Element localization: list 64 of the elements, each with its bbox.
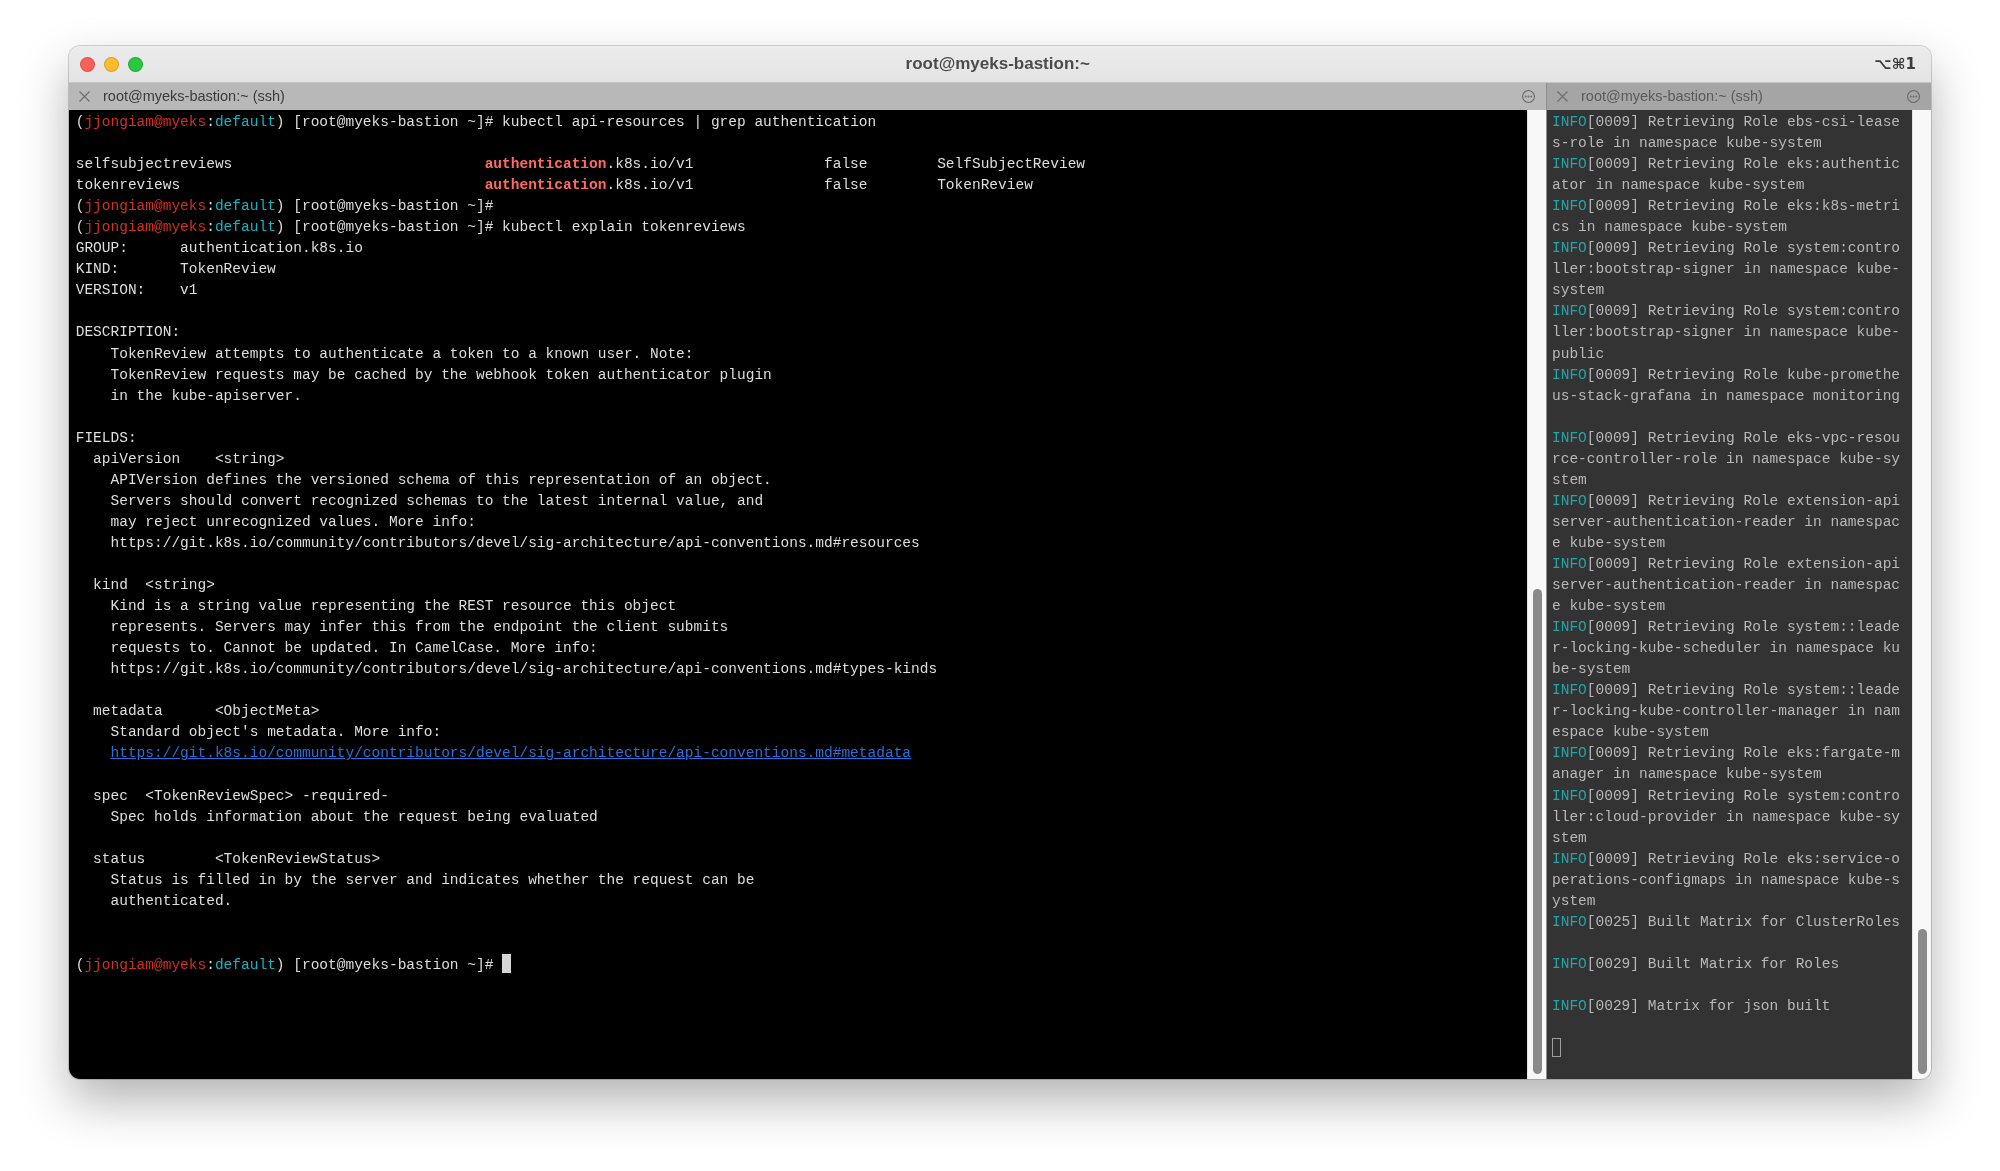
output-line: GROUP: authentication.k8s.io (75, 240, 363, 257)
minimize-button[interactable] (103, 56, 119, 72)
output-line: DESCRIPTION: (75, 324, 181, 341)
output-line: authenticated. (110, 892, 233, 909)
output-line: Standard object's metadata. More info: (110, 724, 442, 741)
output-line: APIVersion defines the versioned schema of this representation of an object. (110, 471, 772, 488)
log-line: INFO[0009] Retrieving Role system:controller:bootstrap-signer in namespace kube-system (1552, 240, 1901, 299)
more-options-icon[interactable] (1522, 90, 1535, 103)
log-line: INFO[0009] Retrieving Role system:controller:cloud-provider in namespace kube-system (1552, 787, 1901, 846)
prompt-line: (jjongiam@myeks:default) [root@myeks-bastion ~]# kubectl explain tokenreviews (75, 219, 746, 236)
close-button[interactable] (79, 56, 95, 72)
log-line: INFO[0029] Matrix for json built (1552, 997, 1831, 1014)
close-icon[interactable] (79, 91, 90, 102)
output-line: Spec holds information about the request being evaluated (110, 808, 598, 825)
prompt-line: (jjongiam@myeks:default) [root@myeks-bastion ~]# (75, 198, 494, 215)
window-title: root@myeks-bastion:~ (905, 53, 1090, 76)
log-line: INFO[0025] Built Matrix for ClusterRoles (1552, 913, 1901, 930)
output-line: https://git.k8s.io/community/contributors/devel/sig-architecture/api-conventions.md#resources (110, 534, 920, 551)
output-line: TokenReview requests may be cached by the webhook token authenticator plugin (110, 366, 772, 383)
output-line: tokenreviews authentication.k8s.io/v1 false TokenReview (75, 177, 1033, 194)
output-line: KIND: TokenReview (75, 261, 276, 278)
output-line: selfsubjectreviews authentication.k8s.io/v1 false SelfSubjectReview (75, 156, 1086, 173)
prompt-line: (jjongiam@myeks:default) [root@myeks-bastion ~]# kubectl api-resources | grep authentication (75, 114, 877, 130)
output-line: https://git.k8s.io/community/contributors/devel/sig-architecture/api-conventions.md#types-kinds (110, 661, 938, 678)
output-line: FIELDS: (75, 429, 137, 446)
prompt-line: (jjongiam@myeks:default) [root@myeks-bastion ~]# (75, 956, 494, 973)
shortcut-label: ⌥⌘1 (1874, 53, 1916, 75)
log-line: INFO[0009] Retrieving Role eks:k8s-metrics in namespace kube-system (1552, 198, 1901, 236)
log-line: INFO[0009] Retrieving Role system:controller:bootstrap-signer in namespace kube-public (1552, 303, 1901, 362)
output-line: metadata <ObjectMeta> (93, 703, 320, 720)
log-line: INFO[0009] Retrieving Role kube-prometheus-stack-grafana in namespace monitoring (1552, 366, 1901, 404)
log-line: INFO[0009] Retrieving Role system::leader-locking-kube-controller-manager in namespace kube-system (1552, 682, 1901, 741)
log-line: INFO[0009] Retrieving Role eks:fargate-manager in namespace kube-system (1552, 745, 1901, 783)
log-line: INFO[0009] Retrieving Role eks:service-operations-configmaps in namespace kube-system (1552, 850, 1901, 909)
pane-tab[interactable]: root@myeks-bastion:~ (ssh) (1547, 83, 1931, 110)
scroll-thumb[interactable] (1532, 589, 1542, 1074)
output-line: Kind is a string value representing the REST resource this object (110, 598, 677, 615)
output-line: in the kube-apiserver. (110, 387, 302, 404)
output-line: kind <string> (93, 577, 215, 594)
output-line: TokenReview attempts to authenticate a token to a known user. Note: (110, 345, 694, 362)
scroll-thumb[interactable] (1917, 929, 1927, 1074)
log-line: INFO[0009] Retrieving Role eks:authenticator in namespace kube-system (1552, 156, 1901, 194)
output-line: Status is filled in by the server and indicates whether the request can be (110, 871, 755, 888)
output-line: status <TokenReviewStatus> (93, 850, 381, 867)
output-line: spec <TokenReviewSpec> -required- (93, 787, 389, 804)
log-line: INFO[0029] Built Matrix for Roles (1552, 955, 1840, 972)
output-line: requests to. Cannot be updated. In CamelCase. More info: (110, 640, 598, 657)
url-link[interactable]: https://git.k8s.io/community/contributors/devel/sig-architecture/api-conventions.md#metadata (110, 745, 912, 762)
close-icon[interactable] (1557, 91, 1568, 102)
log-line: INFO[0009] Retrieving Role extension-apiserver-authentication-reader in namespace kube-system (1552, 556, 1901, 615)
output-line: Servers should convert recognized schemas to the latest internal value, and (110, 492, 764, 509)
output-line: apiVersion <string> (93, 450, 285, 467)
log-line: INFO[0009] Retrieving Role eks-vpc-resource-controller-role in namespace kube-system (1552, 429, 1901, 488)
output-line: VERSION: v1 (75, 282, 198, 299)
log-line: INFO[0009] Retrieving Role extension-apiserver-authentication-reader in namespace kube-system (1552, 492, 1901, 551)
more-options-icon[interactable] (1907, 90, 1920, 103)
output-line: represents. Servers may infer this from the endpoint the client submits (110, 619, 729, 636)
log-line: INFO[0009] Retrieving Role ebs-csi-leases-role in namespace kube-system (1552, 114, 1901, 152)
zoom-button[interactable] (127, 56, 143, 72)
text-cursor-icon (1552, 1038, 1561, 1058)
text-cursor-icon (502, 953, 511, 973)
output-line: may reject unrecognized values. More info: (110, 513, 476, 530)
pane-tab[interactable]: root@myeks-bastion:~ (ssh) (69, 83, 1546, 110)
log-line: INFO[0009] Retrieving Role system::leader-locking-kube-scheduler in namespace kube-system (1552, 619, 1901, 678)
